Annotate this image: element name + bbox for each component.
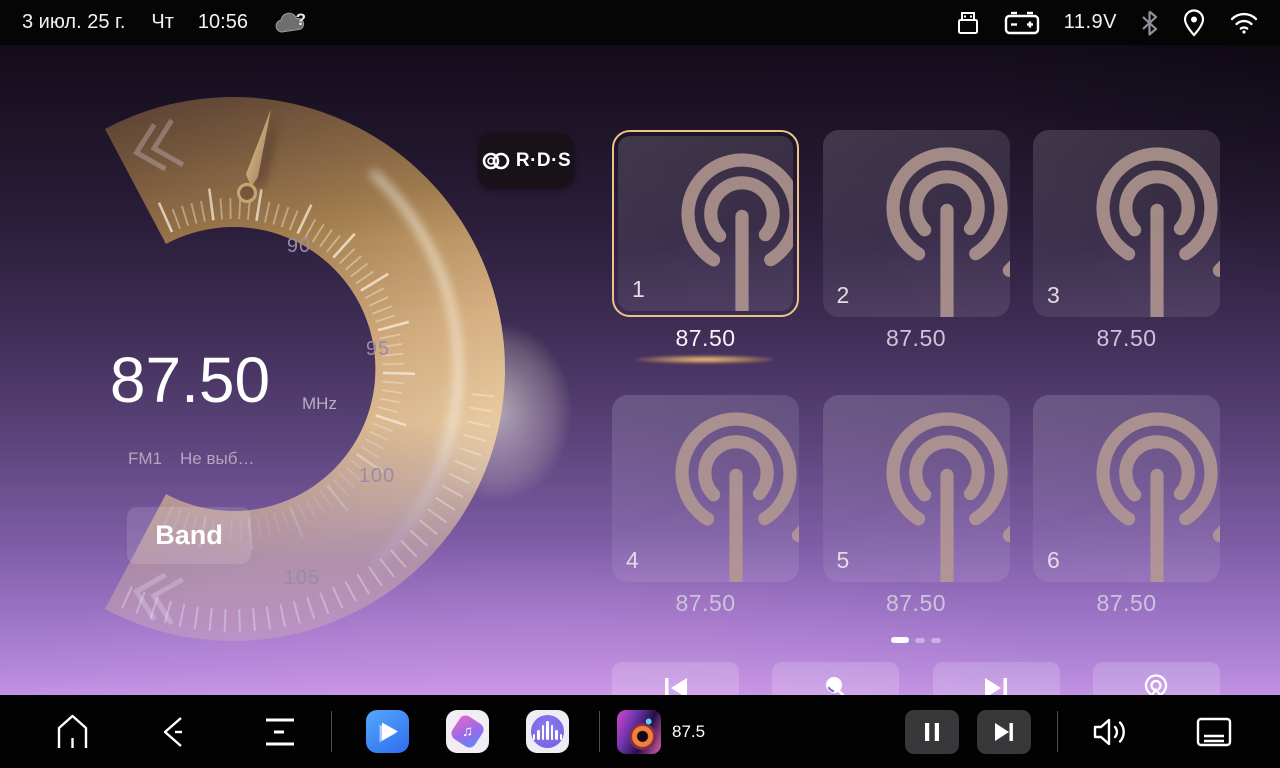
menu-button[interactable] bbox=[258, 695, 302, 768]
frequency-readout: 87.50 bbox=[70, 345, 310, 415]
next-track-button[interactable] bbox=[977, 695, 1031, 768]
nav-separator bbox=[331, 711, 332, 752]
broadcast-icon bbox=[1061, 136, 1220, 317]
status-bar: 3 июл. 25 г. Чт 10:56 ? 11 bbox=[0, 0, 1280, 45]
broadcast-icon bbox=[851, 401, 1010, 582]
nav-separator bbox=[1057, 711, 1058, 752]
search-icon bbox=[823, 675, 849, 695]
pause-icon bbox=[924, 722, 940, 742]
now-playing-frequency: 87.5 bbox=[672, 695, 705, 768]
preset-2[interactable]: 287.50 bbox=[823, 130, 1010, 352]
back-button[interactable] bbox=[153, 695, 197, 768]
skip-previous-icon bbox=[663, 677, 689, 695]
preset-frequency: 87.50 bbox=[823, 590, 1010, 617]
station-name: Не выб… bbox=[180, 449, 254, 469]
play-app-icon bbox=[366, 710, 409, 753]
status-date: 3 июл. 25 г. bbox=[22, 11, 125, 34]
preset-tile[interactable]: 3 bbox=[1033, 130, 1220, 317]
volume-icon bbox=[1092, 716, 1130, 748]
back-icon bbox=[159, 714, 191, 750]
stations-button[interactable] bbox=[1093, 662, 1220, 695]
preset-frequency: 87.50 bbox=[612, 325, 799, 352]
skip-next-icon bbox=[983, 677, 1009, 695]
menu-icon bbox=[264, 717, 296, 747]
scan-button[interactable] bbox=[772, 662, 899, 695]
broadcast-icon bbox=[851, 136, 1010, 317]
home-icon bbox=[56, 714, 89, 750]
display-button[interactable] bbox=[1192, 695, 1236, 768]
display-icon bbox=[1196, 717, 1232, 747]
preset-frequency: 87.50 bbox=[823, 325, 1010, 352]
frequency-unit: MHz bbox=[302, 394, 337, 414]
pager-dot-3[interactable] bbox=[931, 638, 941, 643]
music-note-glyph: ♫ bbox=[462, 723, 473, 740]
rds-badge: R·D·S bbox=[478, 133, 574, 188]
battery-icon bbox=[1004, 10, 1040, 36]
preset-number: 2 bbox=[837, 282, 850, 309]
preset-number: 6 bbox=[1047, 547, 1060, 574]
usb-icon bbox=[956, 9, 980, 37]
volume-button[interactable] bbox=[1089, 695, 1133, 768]
now-playing-art[interactable] bbox=[617, 695, 661, 768]
nav-separator bbox=[599, 711, 600, 752]
selected-glow bbox=[635, 355, 775, 364]
seek-next-button[interactable] bbox=[933, 662, 1060, 695]
preset-frequency: 87.50 bbox=[1033, 590, 1220, 617]
preset-frequency: 87.50 bbox=[612, 590, 799, 617]
album-art bbox=[617, 710, 661, 754]
preset-tile[interactable]: 1 bbox=[612, 130, 799, 317]
pager-dot-2[interactable] bbox=[915, 638, 925, 643]
antenna-icon bbox=[1141, 674, 1171, 695]
preset-5[interactable]: 587.50 bbox=[823, 395, 1010, 617]
dial-scale-95: 95 bbox=[348, 338, 408, 361]
preset-tile[interactable]: 5 bbox=[823, 395, 1010, 582]
app-music-shortcut[interactable]: ♫ bbox=[446, 695, 489, 768]
dial-scale-105: 105 bbox=[272, 567, 332, 590]
preset-frequency: 87.50 bbox=[1033, 325, 1220, 352]
preset-3[interactable]: 387.50 bbox=[1033, 130, 1220, 352]
preset-number: 4 bbox=[626, 547, 639, 574]
preset-tile[interactable]: 2 bbox=[823, 130, 1010, 317]
visualizer-app-icon bbox=[526, 710, 569, 753]
status-day: Чт bbox=[151, 11, 174, 34]
preset-tile[interactable]: 6 bbox=[1033, 395, 1220, 582]
broadcast-icon bbox=[1061, 401, 1220, 582]
location-icon[interactable] bbox=[1182, 9, 1206, 37]
music-app-icon: ♫ bbox=[446, 710, 489, 753]
dial-scale-90: 90 bbox=[269, 235, 329, 258]
band-button[interactable]: Band bbox=[127, 507, 251, 564]
preset-number: 5 bbox=[837, 547, 850, 574]
preset-6[interactable]: 687.50 bbox=[1033, 395, 1220, 617]
app-play-shortcut[interactable] bbox=[366, 695, 409, 768]
pager-dots[interactable] bbox=[612, 637, 1220, 643]
wifi-icon[interactable] bbox=[1230, 11, 1258, 35]
dial-scale-100: 100 bbox=[347, 465, 407, 488]
skip-next-icon bbox=[993, 722, 1015, 742]
tuner-controls bbox=[612, 662, 1220, 695]
home-button[interactable] bbox=[50, 695, 94, 768]
rds-label: R·D·S bbox=[516, 150, 571, 172]
seek-previous-button[interactable] bbox=[612, 662, 739, 695]
radio-main-screen: 90 95 100 105 87.50 MHz FM1 Не выб… Band… bbox=[0, 45, 1280, 695]
pager-dot-1[interactable] bbox=[891, 637, 909, 643]
preset-tile[interactable]: 4 bbox=[612, 395, 799, 582]
voltage-readout: 11.9V bbox=[1064, 11, 1117, 34]
preset-4[interactable]: 487.50 bbox=[612, 395, 799, 617]
nav-bar: ♫ 87.5 bbox=[0, 695, 1280, 768]
preset-1[interactable]: 187.50 bbox=[612, 130, 799, 352]
band-label: FM1 bbox=[128, 449, 162, 469]
broadcast-icon bbox=[640, 401, 799, 582]
preset-number: 1 bbox=[632, 276, 645, 303]
weather-icon[interactable]: ? bbox=[274, 10, 308, 36]
rds-rings-icon bbox=[481, 150, 513, 172]
status-time: 10:56 bbox=[198, 11, 248, 34]
bluetooth-icon[interactable] bbox=[1141, 10, 1158, 36]
preset-number: 3 bbox=[1047, 282, 1060, 309]
app-visualizer-shortcut[interactable] bbox=[526, 695, 569, 768]
broadcast-icon bbox=[646, 142, 793, 311]
pause-button[interactable] bbox=[905, 695, 959, 768]
